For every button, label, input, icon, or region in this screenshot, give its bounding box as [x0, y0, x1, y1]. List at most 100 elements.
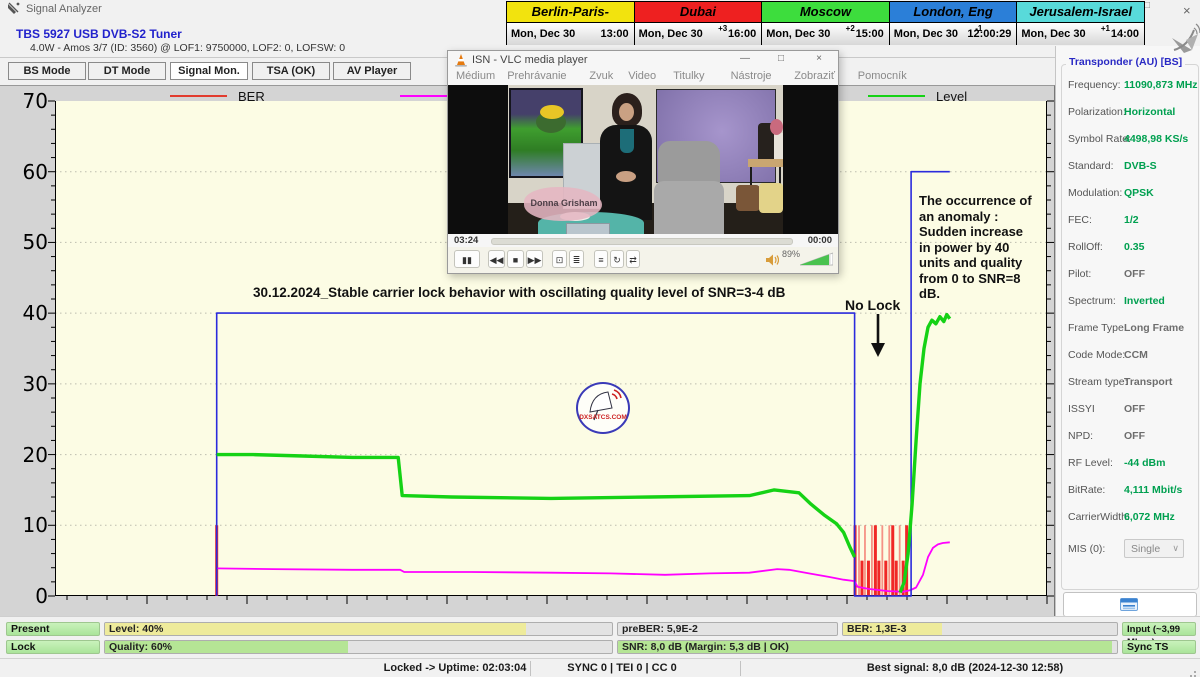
y-axis-label: 50 [2, 230, 48, 254]
status-present-box: Present [6, 622, 100, 636]
transponder-value: 1/2 [1124, 214, 1139, 226]
sync-ts-box: Sync TS [1122, 640, 1196, 654]
clock-city: Jerusalem-Israel [1017, 2, 1144, 23]
vlc-minimize-button[interactable]: — [736, 53, 754, 64]
shuffle-button[interactable]: ⇄ [626, 250, 640, 268]
vlc-close-button[interactable]: × [810, 53, 828, 64]
statusbar-uptime: Locked -> Uptime: 02:03:04 [384, 662, 527, 674]
speaker-icon[interactable] [766, 253, 779, 271]
tab-signal-mon[interactable]: Signal Mon. [170, 62, 248, 80]
clock-time: 13:00 [600, 28, 628, 40]
clock-city: Dubai [635, 2, 762, 23]
y-axis-label: 20 [2, 443, 48, 467]
transponder-value: OFF [1124, 268, 1145, 280]
vlc-volume-percent: 89% [782, 249, 800, 259]
transponder-value: 6,072 MHz [1124, 511, 1175, 523]
transponder-value: CCM [1124, 349, 1148, 361]
clock-time: 12:00:29 [967, 28, 1011, 40]
level-bar: Level: 40% [104, 622, 613, 636]
vlc-seekbar[interactable] [491, 238, 793, 245]
legend-swatch [170, 95, 227, 97]
no-lock-arrow-icon [866, 314, 890, 363]
close-icon[interactable]: × [1183, 3, 1191, 18]
transponder-label: FEC: [1068, 214, 1092, 226]
tab-bs-mode[interactable]: BS Mode [8, 62, 86, 80]
clock-date: Mon, Dec 30 [511, 28, 575, 40]
satellite-dish-icon [7, 2, 20, 20]
stop-button[interactable]: ■ [507, 250, 524, 268]
transponder-label: Modulation: [1068, 187, 1122, 199]
previous-button[interactable]: ◀◀ [488, 250, 505, 268]
transponder-value: 11090,873 MHz [1124, 79, 1198, 91]
transponder-value: DVB-S [1124, 160, 1157, 172]
transponder-row-modulation: Modulation:QPSK [1062, 187, 1198, 201]
tab-av-player[interactable]: AV Player [333, 62, 411, 80]
pause-button[interactable]: ▮▮ [454, 250, 480, 268]
statusbar-divider [530, 661, 531, 676]
transponder-header: Transponder (AU) [BS] [1066, 56, 1185, 68]
clock-moscow: MoscowMon, Dec 30+215:00 [761, 1, 890, 45]
transponder-value: Horizontal [1124, 106, 1175, 118]
console-table [748, 159, 783, 167]
transponder-label: Stream type: [1068, 376, 1128, 388]
transponder-value: OFF [1124, 403, 1145, 415]
transponder-row-fec: FEC: 1/2 [1062, 214, 1198, 228]
vlc-window-title: ISN - VLC media player [472, 54, 588, 66]
vlc-time-total: 00:00 [808, 235, 832, 246]
mis-dropdown[interactable]: Single ∨ [1124, 539, 1184, 558]
transponder-value: 4498,98 KS/s [1124, 133, 1188, 145]
vlc-controls: 89% ▮▮ ◀◀■▶▶ ⊡≣ ≡↻⇄ [448, 247, 838, 273]
fullscreen-button[interactable]: ⊡ [552, 250, 567, 268]
vlc-titlebar[interactable]: ISN - VLC media player — □ × [448, 51, 838, 69]
transponder-value: Long Frame [1124, 322, 1184, 334]
transponder-row-standard: Standard: DVB-S [1062, 160, 1198, 174]
tab-tsa-ok[interactable]: TSA (OK) [252, 62, 330, 80]
clock-body: Mon, Dec 30+114:00 [1017, 23, 1144, 45]
resize-grip[interactable] [1187, 665, 1197, 675]
vlc-menu-item-video[interactable]: Video [628, 70, 656, 82]
loop-button[interactable]: ↻ [610, 250, 624, 268]
vlc-maximize-button[interactable]: □ [772, 53, 790, 64]
transponder-label: Symbol Rate: [1068, 133, 1131, 145]
y-axis-label: 10 [2, 513, 48, 537]
vlc-menu-item-titulky[interactable]: Titulky [673, 70, 704, 82]
clock-city: Berlin-Paris-Lučenec [507, 2, 634, 23]
vlc-time-current: 03:24 [454, 235, 478, 246]
extended-settings-button[interactable]: ≣ [569, 250, 584, 268]
next-button[interactable]: ▶▶ [526, 250, 543, 268]
transponder-value: QPSK [1124, 187, 1154, 199]
transponder-label: Standard: [1068, 160, 1114, 172]
legend-swatch [868, 95, 925, 97]
tab-dt-mode[interactable]: DT Mode [88, 62, 166, 80]
vlc-video-area[interactable]: Donna Grisham [448, 85, 838, 234]
transponder-label: BitRate: [1068, 484, 1105, 496]
playlist-button[interactable]: ≡ [594, 250, 608, 268]
statusbar: Locked -> Uptime: 02:03:04 SYNC 0 | TEI … [0, 658, 1200, 677]
transponder-label: Pilot: [1068, 268, 1091, 280]
vlc-menu-item-zvuk[interactable]: Zvuk [589, 70, 613, 82]
clock-time: 15:00 [856, 28, 884, 40]
vlc-menu-item-m-dium[interactable]: Médium [456, 70, 495, 82]
anomaly-annotation: The occurrence of an anomaly : Sudden in… [919, 193, 1051, 302]
watermark-text: DXSATCS.COM [577, 414, 629, 421]
vlc-volume-slider[interactable] [800, 252, 833, 271]
vlc-menu-item-n-stroje[interactable]: Nástroje [731, 70, 772, 82]
chevron-down-icon: ∨ [1172, 543, 1179, 554]
y-axis-label: 70 [2, 89, 48, 113]
vlc-menu-item-pomocn-k[interactable]: Pomocník [858, 70, 907, 82]
transponder-row-symbol-rate: Symbol Rate:4498,98 KS/s [1062, 133, 1198, 147]
clock-time: 14:00 [1111, 28, 1139, 40]
transponder-row-rf-level: RF Level:-44 dBm [1062, 457, 1198, 471]
clock-dubai: DubaiMon, Dec 30+316:00 [634, 1, 763, 45]
vlc-menubar: Médium Prehrávanie Zvuk Video Titulky Nástroj… [448, 69, 838, 85]
vlc-menu-item-prehr-vanie[interactable]: Prehrávanie [507, 70, 566, 82]
mis-value: Single [1131, 543, 1160, 555]
tuner-details: 4.0W - Amos 3/7 (ID: 3560) @ LOF1: 97500… [30, 42, 345, 54]
tv-studio-scene: Donna Grisham [508, 85, 783, 234]
status-zone: Present Lock Level: 40% Quality: 60% pre… [0, 616, 1200, 659]
vlc-menu-item-zobrazi[interactable]: Zobraziť [794, 70, 835, 82]
transponder-label: RollOff: [1068, 241, 1103, 253]
sidebar-bottom-button[interactable] [1063, 592, 1197, 617]
presenter-hands [616, 171, 636, 182]
video-caption: Donna Grisham [528, 198, 600, 208]
